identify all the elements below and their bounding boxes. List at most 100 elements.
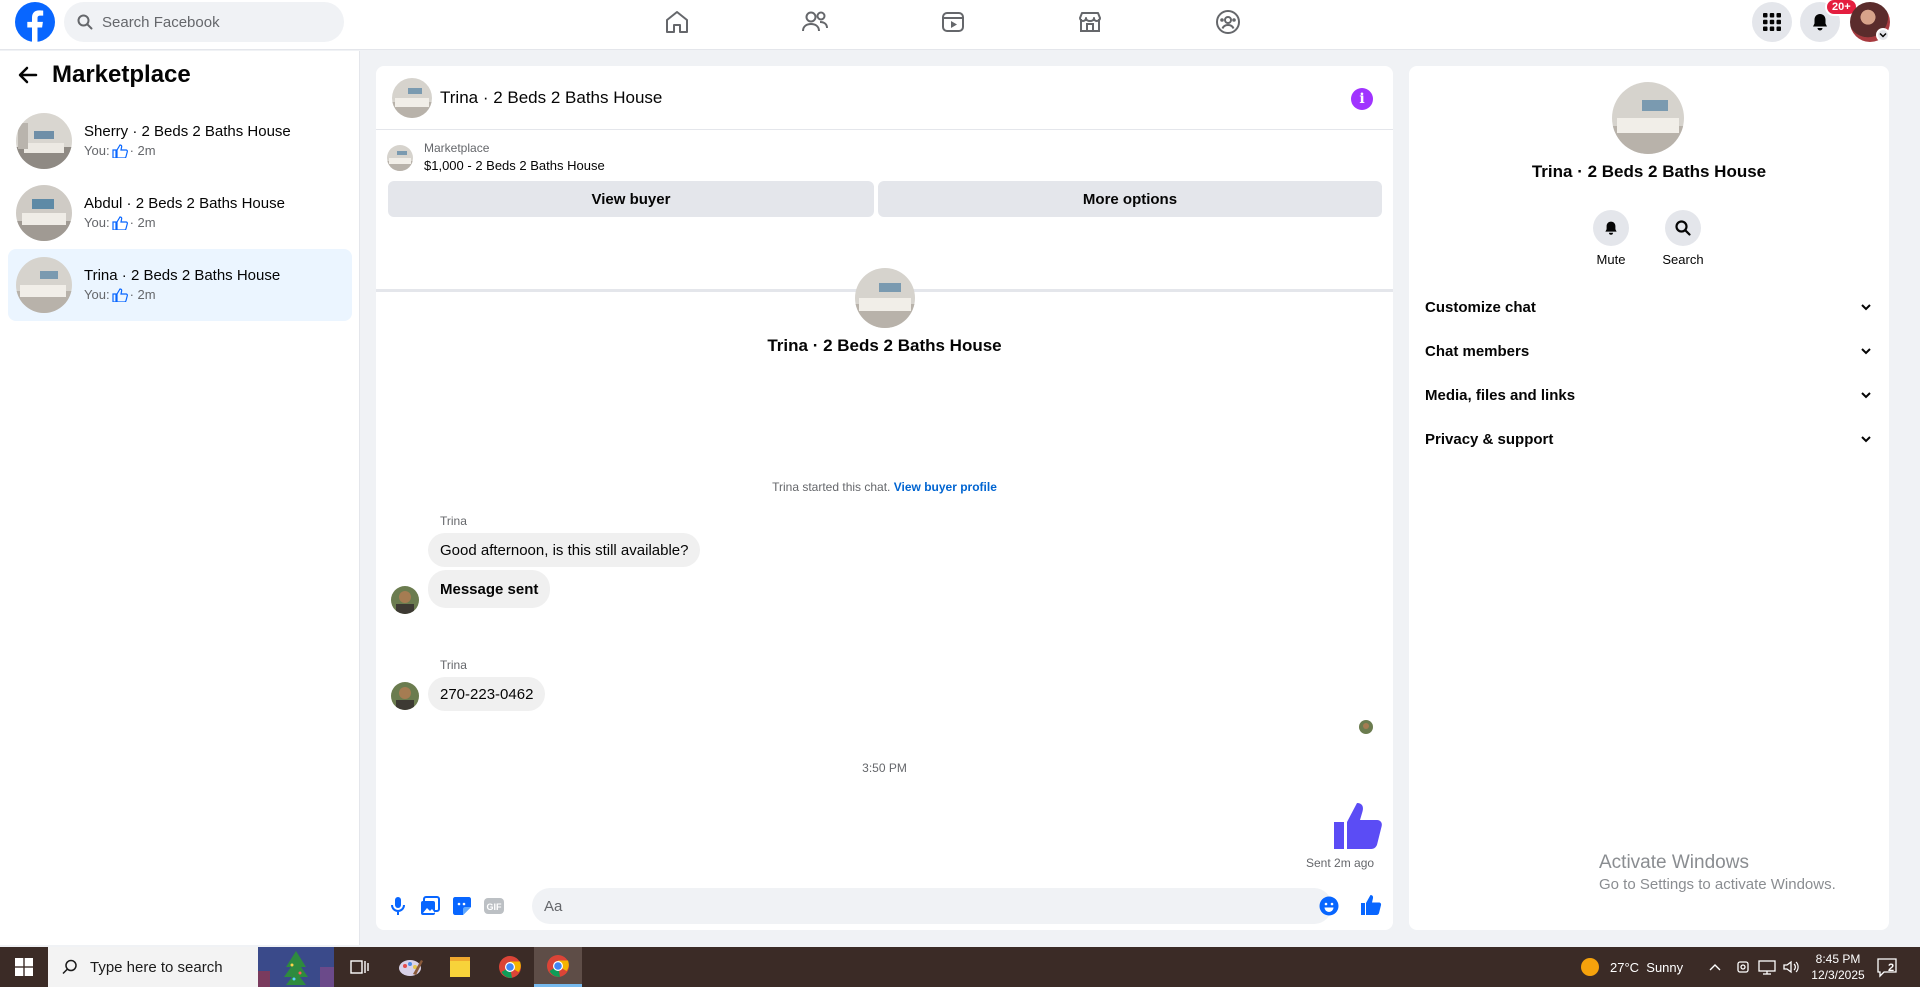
conversation-name: Sherry · 2 Beds 2 Baths House xyxy=(84,123,291,140)
start-button[interactable] xyxy=(0,947,48,987)
sender-avatar[interactable] xyxy=(391,586,419,614)
conversation-time: · 2m xyxy=(129,287,156,302)
search-label: Search xyxy=(1662,252,1704,267)
nav-groups-button[interactable] xyxy=(1203,5,1253,39)
nav-home-button[interactable] xyxy=(652,5,702,39)
search-icon xyxy=(77,14,93,30)
emoji-icon[interactable] xyxy=(1319,896,1339,916)
section-chat-members[interactable]: Chat members xyxy=(1425,331,1873,371)
nav-friends-button[interactable] xyxy=(790,5,840,39)
chat-title[interactable]: Trina · 2 Beds 2 Baths House xyxy=(440,88,662,108)
sent-like-icon[interactable] xyxy=(1332,800,1384,850)
windows-taskbar: 27°C Sunny 8:45 PM 12/3/2025 2 xyxy=(0,947,1920,987)
message-input-wrapper[interactable] xyxy=(532,888,1339,924)
mute-button[interactable]: Mute xyxy=(1581,210,1641,267)
chevron-down-icon xyxy=(1861,392,1871,399)
chat-started-notice: Trina started this chat. View buyer prof… xyxy=(772,480,997,494)
search-input[interactable] xyxy=(102,13,322,31)
arrow-left-icon xyxy=(18,66,38,84)
network-icon-glyph xyxy=(1758,960,1776,975)
send-like-button[interactable] xyxy=(1359,893,1383,917)
taskbar-search[interactable] xyxy=(48,947,334,987)
gif-icon[interactable]: GIF xyxy=(482,894,506,918)
message-sender: Trina xyxy=(440,658,467,672)
notification-count: 2 xyxy=(1888,962,1895,974)
friends-icon xyxy=(802,11,828,32)
task-view-icon xyxy=(350,960,369,974)
chevron-down-icon xyxy=(1861,304,1871,311)
chevron-up-icon xyxy=(1709,964,1721,971)
microphone-icon[interactable] xyxy=(386,894,410,918)
volume-icon[interactable] xyxy=(1782,947,1800,987)
sender-avatar[interactable] xyxy=(391,682,419,710)
network-icon[interactable] xyxy=(1758,947,1776,987)
chevron-down-icon xyxy=(1861,348,1871,355)
message-bubble[interactable]: Message sent xyxy=(428,570,551,608)
more-options-button[interactable]: More options xyxy=(878,181,1382,217)
system-clock[interactable]: 8:45 PM 12/3/2025 xyxy=(1810,947,1866,987)
conversation-item[interactable]: Sherry · 2 Beds 2 Baths House You: · 2m xyxy=(8,105,352,177)
action-center-button[interactable]: 2 xyxy=(1876,947,1898,987)
nav-video-button[interactable] xyxy=(928,5,978,39)
listing-title[interactable]: $1,000 - 2 Beds 2 Baths House xyxy=(424,158,605,173)
sticky-notes-icon xyxy=(450,957,470,977)
camera-icon xyxy=(1737,961,1749,973)
facebook-search[interactable] xyxy=(64,2,344,42)
chat-details-panel: Trina · 2 Beds 2 Baths House Mute Search… xyxy=(1409,66,1889,930)
sent-status: Sent 2m ago xyxy=(1306,856,1375,870)
home-icon xyxy=(666,11,688,33)
conversation-prefix: You: xyxy=(84,287,110,302)
taskbar-app-sticky-notes[interactable] xyxy=(436,947,484,987)
chat-intro-name: Trina · 2 Beds 2 Baths House xyxy=(767,336,1002,355)
account-caret[interactable] xyxy=(1876,28,1890,42)
marketplace-icon xyxy=(1079,12,1101,32)
facebook-logo-icon[interactable] xyxy=(15,2,55,42)
conversation-name: Abdul · 2 Beds 2 Baths House xyxy=(84,195,285,212)
message-bubble[interactable]: 270-223-0462 xyxy=(428,677,546,711)
weather-widget[interactable]: 27°C Sunny xyxy=(1580,947,1683,987)
back-button[interactable] xyxy=(16,63,40,87)
conversation-prefix: You: xyxy=(84,215,110,230)
conversation-name: Trina · 2 Beds 2 Baths House xyxy=(84,267,281,284)
bell-icon xyxy=(1813,14,1827,31)
search-icon xyxy=(62,959,77,975)
taskbar-app-chrome-active[interactable] xyxy=(534,947,582,987)
thumbs-up-icon xyxy=(111,144,128,158)
conversation-item[interactable]: Trina · 2 Beds 2 Baths House You: · 2m xyxy=(8,249,352,321)
message-bubble[interactable]: Good afternoon, is this still available? xyxy=(428,533,701,567)
sticker-icon[interactable] xyxy=(450,894,474,918)
conversation-item[interactable]: Abdul · 2 Beds 2 Baths House You: · 2m xyxy=(8,177,352,249)
nav-marketplace-button[interactable] xyxy=(1065,5,1115,39)
taskbar-app-paint[interactable] xyxy=(386,947,434,987)
menu-button[interactable] xyxy=(1752,2,1792,42)
chat-details-name: Trina · 2 Beds 2 Baths House xyxy=(1531,162,1767,181)
read-receipt-avatar xyxy=(1359,720,1373,734)
search-in-chat-button[interactable]: Search xyxy=(1653,210,1713,267)
photo-icon[interactable] xyxy=(418,894,442,918)
search-icon xyxy=(1675,220,1691,236)
chat-avatar[interactable] xyxy=(392,78,432,118)
view-buyer-profile-link[interactable]: View buyer profile xyxy=(894,480,997,494)
chevron-down-icon xyxy=(1861,436,1871,443)
listing-thumbnail xyxy=(16,257,72,313)
holiday-tree-icon[interactable] xyxy=(258,947,334,987)
message-input[interactable] xyxy=(544,897,1244,915)
show-hidden-icons-button[interactable] xyxy=(1708,947,1722,987)
speaker-icon xyxy=(1783,960,1799,974)
gif-label: GIF xyxy=(487,902,503,912)
top-navigation-bar: 20+ xyxy=(0,0,1920,50)
section-media-files-links[interactable]: Media, files and links xyxy=(1425,375,1873,415)
windows-logo-icon xyxy=(15,958,33,976)
taskbar-app-chrome[interactable] xyxy=(486,947,534,987)
task-view-button[interactable] xyxy=(336,947,384,987)
notification-center-icon xyxy=(1877,958,1897,978)
chrome-icon xyxy=(547,954,569,977)
view-buyer-button[interactable]: View buyer xyxy=(388,181,874,217)
chat-header: Trina · 2 Beds 2 Baths House i xyxy=(376,66,1393,130)
marketplace-inbox-panel: Marketplace Sherry · 2 Beds 2 Baths Hous… xyxy=(0,51,360,945)
section-customize-chat[interactable]: Customize chat xyxy=(1425,287,1873,327)
section-privacy-support[interactable]: Privacy & support xyxy=(1425,419,1873,459)
info-icon[interactable]: i xyxy=(1351,88,1373,110)
listing-thumbnail[interactable] xyxy=(387,145,413,171)
meet-now-icon[interactable] xyxy=(1736,947,1752,987)
